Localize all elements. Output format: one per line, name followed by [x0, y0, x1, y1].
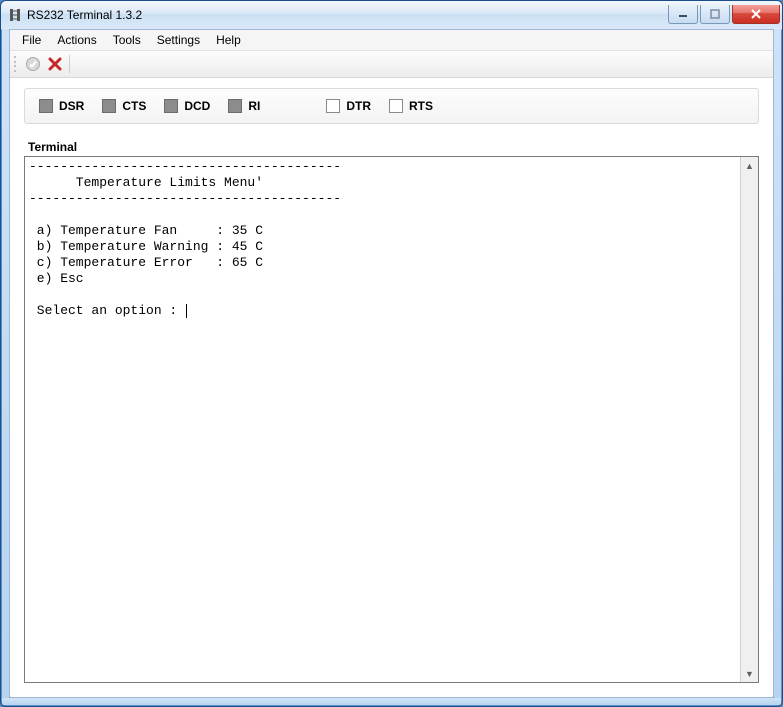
client-area: File Actions Tools Settings Help DSR [9, 29, 774, 698]
window-controls [666, 5, 780, 25]
frame-bottom [2, 698, 781, 705]
signal-cts: CTS [102, 99, 146, 113]
signal-dcd-label: DCD [184, 99, 210, 113]
scroll-down-icon[interactable]: ▼ [741, 665, 758, 682]
menu-actions[interactable]: Actions [49, 31, 104, 49]
toolbar-grip [14, 55, 20, 73]
led-icon [39, 99, 53, 113]
app-icon [7, 7, 23, 23]
text-cursor-icon [186, 304, 187, 318]
toolbar-separator [69, 55, 70, 73]
maximize-button[interactable] [700, 5, 730, 24]
app-window: RS232 Terminal 1.3.2 File Actions Tools … [0, 0, 783, 707]
led-icon [102, 99, 116, 113]
signal-dsr: DSR [39, 99, 84, 113]
window-title: RS232 Terminal 1.3.2 [27, 8, 666, 22]
signal-rts[interactable]: RTS [389, 99, 433, 113]
menu-tools[interactable]: Tools [105, 31, 149, 49]
terminal-text-content: ----------------------------------------… [29, 159, 341, 318]
content-area: DSR CTS DCD RI DTR [10, 78, 773, 697]
disconnect-button[interactable] [45, 54, 65, 74]
menu-settings[interactable]: Settings [149, 31, 208, 49]
frame-right [774, 29, 781, 705]
frame-left [2, 29, 9, 705]
minimize-button[interactable] [668, 5, 698, 24]
menu-help[interactable]: Help [208, 31, 249, 49]
signal-dtr[interactable]: DTR [326, 99, 371, 113]
signal-ri-label: RI [248, 99, 260, 113]
menubar: File Actions Tools Settings Help [10, 30, 773, 51]
signal-dtr-label: DTR [346, 99, 371, 113]
terminal-group: Terminal -------------------------------… [24, 140, 759, 683]
signal-dcd: DCD [164, 99, 210, 113]
signal-rts-label: RTS [409, 99, 433, 113]
toolbar [10, 51, 773, 78]
signal-dsr-label: DSR [59, 99, 84, 113]
scroll-up-icon[interactable]: ▲ [741, 157, 758, 174]
led-icon [228, 99, 242, 113]
vertical-scrollbar[interactable]: ▲ ▼ [740, 157, 758, 682]
terminal-label: Terminal [28, 140, 759, 154]
connect-button[interactable] [23, 54, 43, 74]
close-button[interactable] [732, 5, 780, 24]
checkbox-icon[interactable] [326, 99, 340, 113]
signal-ri: RI [228, 99, 260, 113]
terminal-output[interactable]: ----------------------------------------… [25, 157, 740, 682]
titlebar[interactable]: RS232 Terminal 1.3.2 [1, 1, 782, 30]
menu-file[interactable]: File [14, 31, 49, 49]
led-icon [164, 99, 178, 113]
signal-cts-label: CTS [122, 99, 146, 113]
checkbox-icon[interactable] [389, 99, 403, 113]
terminal-box: ----------------------------------------… [24, 156, 759, 683]
signal-panel: DSR CTS DCD RI DTR [24, 88, 759, 124]
